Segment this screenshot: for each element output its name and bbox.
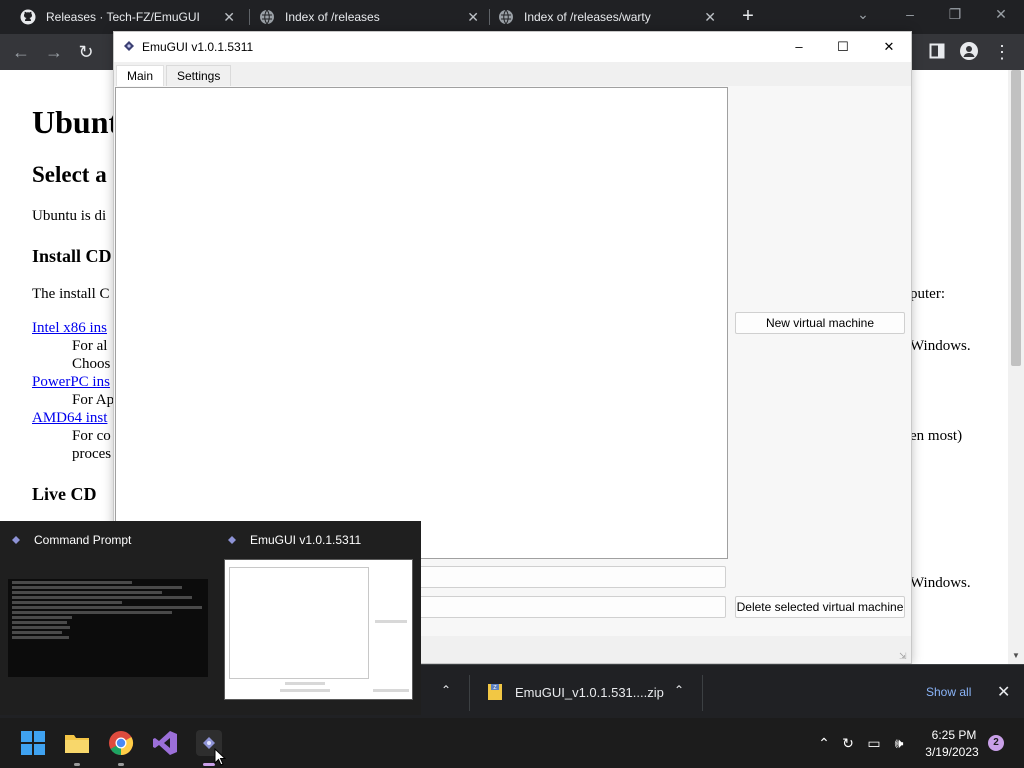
new-tab-button[interactable]: + <box>737 5 759 27</box>
tab-label: Index of /releases/warty <box>524 10 651 24</box>
tab-label: Index of /releases <box>285 10 380 24</box>
page-subtitle: Select a <box>32 162 107 187</box>
emugui-tab-bar: Main Settings <box>114 62 911 86</box>
emugui-icon <box>12 536 20 544</box>
install-paragraph: The install C <box>32 286 110 302</box>
close-icon[interactable]: ✕ <box>467 9 479 25</box>
clock-date[interactable]: 3/19/2023 <box>922 745 982 759</box>
chevron-up-icon[interactable]: ⌃ <box>815 734 833 752</box>
download-filename[interactable]: EmuGUI_v1.0.1.531....zip <box>515 685 664 700</box>
link-description-tail: en most) <box>910 428 963 444</box>
page-intro: Ubuntu is di <box>32 208 107 224</box>
emugui-icon <box>228 536 236 544</box>
scrollbar-thumb[interactable] <box>1011 70 1021 366</box>
minimize-icon[interactable]: – <box>898 6 922 26</box>
clock-time[interactable]: 6:25 PM <box>929 728 979 742</box>
browser-tab-bar: Releases · Tech-FZ/EmuGUI ✕ Index of /re… <box>0 0 1024 34</box>
show-all-link[interactable]: Show all <box>926 685 971 699</box>
close-icon[interactable]: ✕ <box>997 682 1010 702</box>
windows-taskbar: ⌃ ↻ ▭ 🕪 6:25 PM 3/19/2023 2 <box>0 718 1024 768</box>
tab-main[interactable]: Main <box>116 65 165 86</box>
resize-grip-icon[interactable]: ⇲ <box>899 651 909 661</box>
delete-vm-button[interactable]: Delete selected virtual machine <box>735 596 905 618</box>
install-cd-heading: Install CD <box>32 246 112 266</box>
link-intel-x86[interactable]: Intel x86 ins <box>32 320 107 337</box>
back-icon[interactable]: ← <box>10 41 32 63</box>
globe-icon <box>259 9 275 25</box>
emugui-preview[interactable] <box>224 559 413 700</box>
vm-list[interactable] <box>115 87 728 559</box>
tab-index-releases[interactable]: Index of /releases ✕ <box>259 0 489 34</box>
forward-icon[interactable]: → <box>43 41 65 63</box>
network-icon[interactable]: ▭ <box>865 734 883 752</box>
chrome-icon[interactable] <box>108 730 134 756</box>
scroll-down-icon[interactable]: ▼ <box>1008 648 1024 664</box>
thumbnail-header[interactable]: Command Prompt <box>12 533 131 547</box>
minimize-icon[interactable]: – <box>787 37 811 57</box>
taskbar-thumbnail-popup: Command Prompt EmuGUI v1.0.1.5311 <box>0 521 421 715</box>
tab-search-icon[interactable]: ⌄ <box>851 6 875 26</box>
install-paragraph-tail: puter: <box>910 286 945 302</box>
zip-file-icon: Z <box>488 684 502 700</box>
github-icon <box>20 9 36 25</box>
close-icon[interactable]: ✕ <box>704 9 716 25</box>
link-description: For co <box>72 428 111 444</box>
visual-studio-icon[interactable] <box>152 730 178 756</box>
tab-settings[interactable]: Settings <box>166 65 232 86</box>
running-indicator <box>74 763 80 766</box>
windows-start-icon[interactable] <box>20 730 46 756</box>
emugui-icon <box>124 41 134 51</box>
divider <box>469 675 470 711</box>
divider <box>702 675 703 711</box>
side-panel-icon[interactable] <box>926 42 948 64</box>
emugui-title: EmuGUI v1.0.1.5311 <box>142 40 254 54</box>
maximize-icon[interactable]: ☐ <box>831 37 855 57</box>
svg-text:Z: Z <box>493 685 497 691</box>
tab-label: Releases · Tech-FZ/EmuGUI <box>46 10 200 24</box>
link-description-tail: Windows. <box>910 338 971 354</box>
restore-icon[interactable]: ❐ <box>943 6 967 26</box>
link-amd64[interactable]: AMD64 inst <box>32 410 107 427</box>
link-powerpc[interactable]: PowerPC ins <box>32 374 110 391</box>
mouse-cursor-icon <box>214 748 226 766</box>
menu-icon[interactable]: ⋮ <box>991 41 1013 63</box>
chevron-up-icon[interactable]: ⌃ <box>671 683 687 699</box>
page-text-tail: Windows. <box>910 575 971 591</box>
tab-separator <box>249 9 250 25</box>
emugui-titlebar[interactable]: EmuGUI v1.0.1.5311 – ☐ ✕ <box>114 32 911 62</box>
link-description: For al <box>72 338 108 354</box>
thumbnail-title: Command Prompt <box>34 533 132 547</box>
thumbnail-header[interactable]: EmuGUI v1.0.1.5311 <box>228 533 361 547</box>
reload-icon[interactable]: ↻ <box>75 41 97 63</box>
window-close-icon[interactable]: ✕ <box>989 6 1013 26</box>
profile-icon[interactable] <box>958 42 980 64</box>
thumbnail-title: EmuGUI v1.0.1.5311 <box>250 533 362 547</box>
new-vm-button[interactable]: New virtual machine <box>735 312 905 334</box>
notification-badge[interactable]: 2 <box>988 735 1004 751</box>
volume-icon[interactable]: 🕪 <box>890 734 908 752</box>
command-prompt-preview[interactable] <box>8 579 208 677</box>
file-explorer-icon[interactable] <box>64 730 90 756</box>
running-indicator <box>118 763 124 766</box>
sync-icon[interactable]: ↻ <box>839 734 857 752</box>
link-description: proces <box>72 446 112 462</box>
tab-separator <box>489 9 490 25</box>
link-description: For Ap <box>72 392 115 408</box>
tab-releases-emugui[interactable]: Releases · Tech-FZ/EmuGUI ✕ <box>20 0 245 34</box>
page-scrollbar[interactable]: ▼ <box>1008 70 1024 664</box>
globe-icon <box>498 9 514 25</box>
chevron-up-icon[interactable]: ⌃ <box>438 683 454 699</box>
window-close-icon[interactable]: ✕ <box>877 37 901 57</box>
tab-index-releases-warty[interactable]: Index of /releases/warty ✕ <box>498 0 726 34</box>
close-icon[interactable]: ✕ <box>223 9 235 25</box>
live-cd-heading: Live CD <box>32 484 97 504</box>
link-description: Choos <box>72 356 111 372</box>
